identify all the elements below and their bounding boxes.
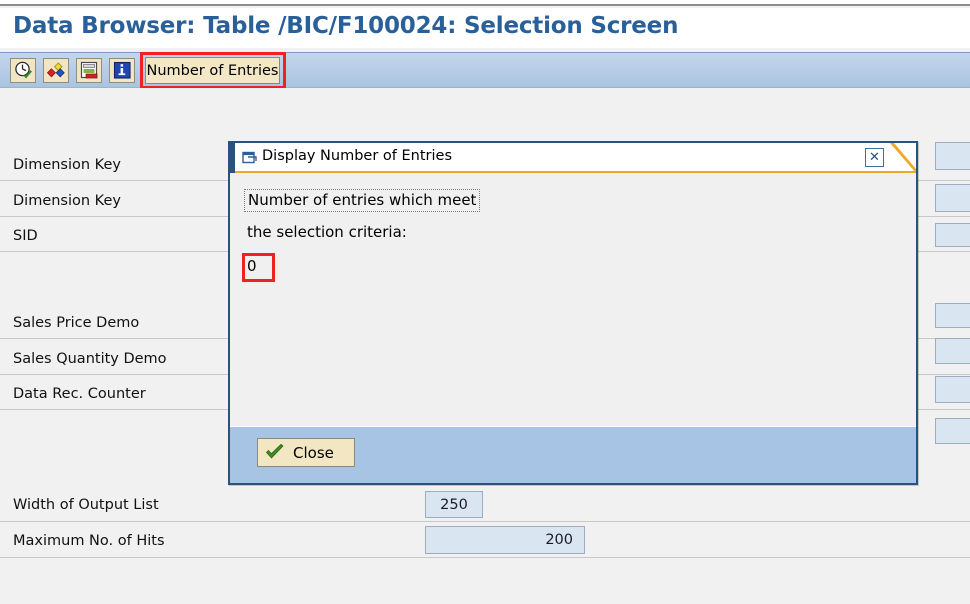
label-sales-price-demo: Sales Price Demo	[13, 315, 140, 331]
maximum-no-of-hits-input[interactable]: 200	[425, 526, 585, 554]
display-number-of-entries-dialog: Display Number of Entries ✕ Number of en…	[228, 141, 918, 485]
width-of-output-list-input[interactable]: 250	[425, 491, 483, 518]
dialog-corner-inner	[894, 143, 916, 169]
application-toolbar: Number of Entries	[0, 52, 970, 89]
close-icon[interactable]: ✕	[865, 148, 884, 167]
number-of-entries-button[interactable]: Number of Entries	[145, 57, 280, 84]
dialog-title: Display Number of Entries	[262, 148, 453, 164]
label-dimension-key-1: Dimension Key	[13, 157, 121, 173]
output-list-icon-button[interactable]	[76, 58, 102, 83]
dialog-message-line-1: Number of entries which meet	[244, 189, 481, 212]
check-icon	[265, 444, 285, 461]
info-icon	[113, 61, 132, 80]
selection-field-right-2[interactable]	[935, 184, 970, 212]
dialog-window-icon	[242, 150, 258, 165]
selection-field-right-1[interactable]	[935, 142, 970, 170]
selection-field-right-5[interactable]	[935, 338, 970, 364]
row-separator	[0, 521, 970, 522]
dialog-message-line-2: the selection criteria:	[247, 223, 407, 241]
selection-field-right-7[interactable]	[935, 418, 970, 444]
label-sales-quantity-demo: Sales Quantity Demo	[13, 351, 167, 367]
execute-variant-icon	[46, 61, 66, 80]
row-separator	[0, 557, 970, 558]
selection-field-right-3[interactable]	[935, 223, 970, 247]
window-top-divider	[0, 0, 970, 6]
execute-variant-icon-button[interactable]	[43, 58, 69, 83]
sap-data-browser-window: Data Browser: Table /BIC/F100024: Select…	[0, 0, 970, 604]
execute-clock-icon	[14, 61, 33, 80]
dialog-title-bar: Display Number of Entries ✕	[230, 143, 916, 173]
close-button[interactable]: Close	[257, 438, 355, 467]
title-bar: Data Browser: Table /BIC/F100024: Select…	[0, 8, 970, 48]
close-button-label: Close	[293, 443, 334, 462]
dialog-accent-stripe	[230, 143, 235, 173]
label-dimension-key-2: Dimension Key	[13, 193, 121, 209]
label-width-of-output-list: Width of Output List	[13, 497, 159, 513]
label-sid: SID	[13, 228, 38, 244]
entries-count-value: 0	[247, 257, 257, 275]
page-title: Data Browser: Table /BIC/F100024: Select…	[13, 13, 679, 39]
label-maximum-no-of-hits: Maximum No. of Hits	[13, 533, 165, 549]
label-data-rec-counter: Data Rec. Counter	[13, 386, 146, 402]
dialog-body: Number of entries which meet the selecti…	[230, 173, 916, 427]
dialog-footer: Close	[230, 426, 916, 483]
selection-field-right-4[interactable]	[935, 303, 970, 328]
info-icon-button[interactable]	[109, 58, 135, 83]
selection-field-right-6[interactable]	[935, 376, 970, 403]
output-list-icon	[80, 61, 99, 80]
execute-clock-icon-button[interactable]	[10, 58, 36, 83]
